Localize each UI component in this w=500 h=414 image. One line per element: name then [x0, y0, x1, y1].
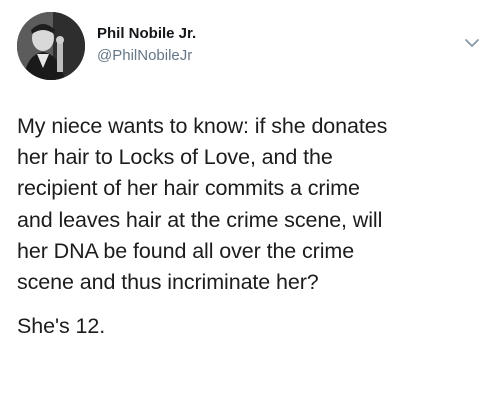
author-handle[interactable]: @PhilNobileJr — [97, 45, 196, 67]
tweet-card: Phil Nobile Jr. @PhilNobileJr My niece w… — [0, 0, 500, 414]
tweet-text: My niece wants to know: if she donates h… — [17, 111, 487, 342]
avatar[interactable] — [17, 12, 85, 80]
tweet-paragraph: She's 12. — [17, 314, 106, 339]
author-display-name[interactable]: Phil Nobile Jr. — [97, 24, 196, 44]
tweet-paragraph: My niece wants to know: if she donates h… — [17, 114, 388, 295]
chevron-down-icon[interactable] — [463, 34, 481, 52]
author-names: Phil Nobile Jr. @PhilNobileJr — [97, 24, 196, 67]
avatar-photo-icon — [17, 12, 85, 80]
tweet-header: Phil Nobile Jr. @PhilNobileJr — [17, 12, 483, 82]
